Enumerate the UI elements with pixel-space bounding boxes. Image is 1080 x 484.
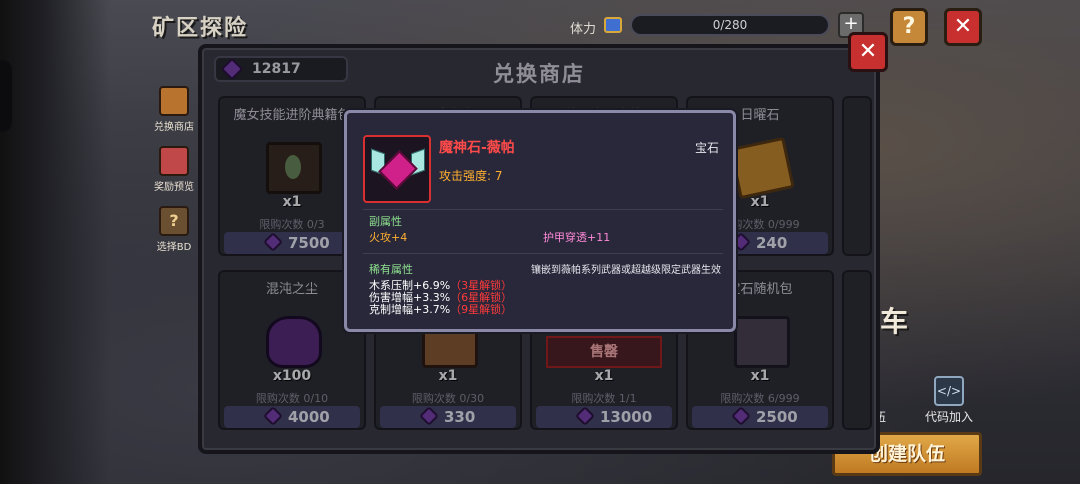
code-join-label: 代码加入 — [924, 410, 973, 424]
scene-title: 矿区探险 — [152, 16, 249, 41]
sub-attr-armor-pen: 护甲穿透+11 — [543, 231, 611, 244]
item-tooltip: 魔神石-薇帕 宝石 攻击强度: 7 副属性 火攻+4 护甲穿透+11 稀有属性 … — [344, 110, 736, 332]
rare-attr-title: 稀有属性 — [369, 263, 413, 276]
left-edge-shadow — [0, 0, 110, 484]
rare-attr-text: 克制增幅+3.7% — [369, 303, 451, 316]
sub-attr-title: 副属性 — [369, 215, 402, 228]
rare-attr-note: 镶嵌到薇帕系列武器或超越级限定武器生效 — [531, 265, 721, 276]
tooltip-item-type: 宝石 — [694, 141, 719, 155]
side-item-label: 兑换商店 — [154, 122, 194, 133]
side-item-shop[interactable]: 兑换商店 — [146, 86, 202, 138]
rare-attr-lock: （9星解锁） — [450, 303, 513, 316]
tooltip-attack-power: 攻击强度: 7 — [439, 169, 503, 183]
code-icon: </> — [934, 376, 964, 406]
stamina-icon — [604, 17, 622, 33]
stamina-bar: 0/280 — [630, 14, 830, 36]
tooltip-item-name: 魔神石-薇帕 — [439, 140, 515, 156]
side-item-reward[interactable]: 奖励预览 — [146, 146, 202, 198]
stamina-label: 体力 — [570, 22, 597, 37]
side-menu: 兑换商店 奖励预览 ? 选择BD — [146, 86, 202, 266]
side-item-select-bd[interactable]: ? 选择BD — [146, 206, 202, 258]
side-item-label: 奖励预览 — [154, 182, 194, 193]
chest-icon — [159, 146, 189, 176]
sub-attr-fire: 火攻+4 — [369, 231, 408, 244]
stamina-value: 0/280 — [712, 18, 748, 32]
gem-item-frame — [363, 135, 431, 203]
divider — [363, 209, 723, 210]
side-item-label: 选择BD — [156, 242, 192, 253]
shop-icon — [159, 86, 189, 116]
rare-attr-line: 克制增幅+3.7%（9星解锁） — [369, 301, 512, 317]
divider — [363, 253, 723, 254]
close-shop-button[interactable]: ✕ — [848, 32, 888, 72]
scene-banner-text: 车 — [880, 305, 909, 338]
question-icon: ? — [159, 206, 189, 236]
help-button[interactable]: ? — [890, 8, 928, 46]
device-notch — [0, 60, 12, 132]
close-scene-button[interactable]: ✕ — [944, 8, 982, 46]
code-join-button[interactable]: </> 代码加入 — [918, 376, 980, 425]
